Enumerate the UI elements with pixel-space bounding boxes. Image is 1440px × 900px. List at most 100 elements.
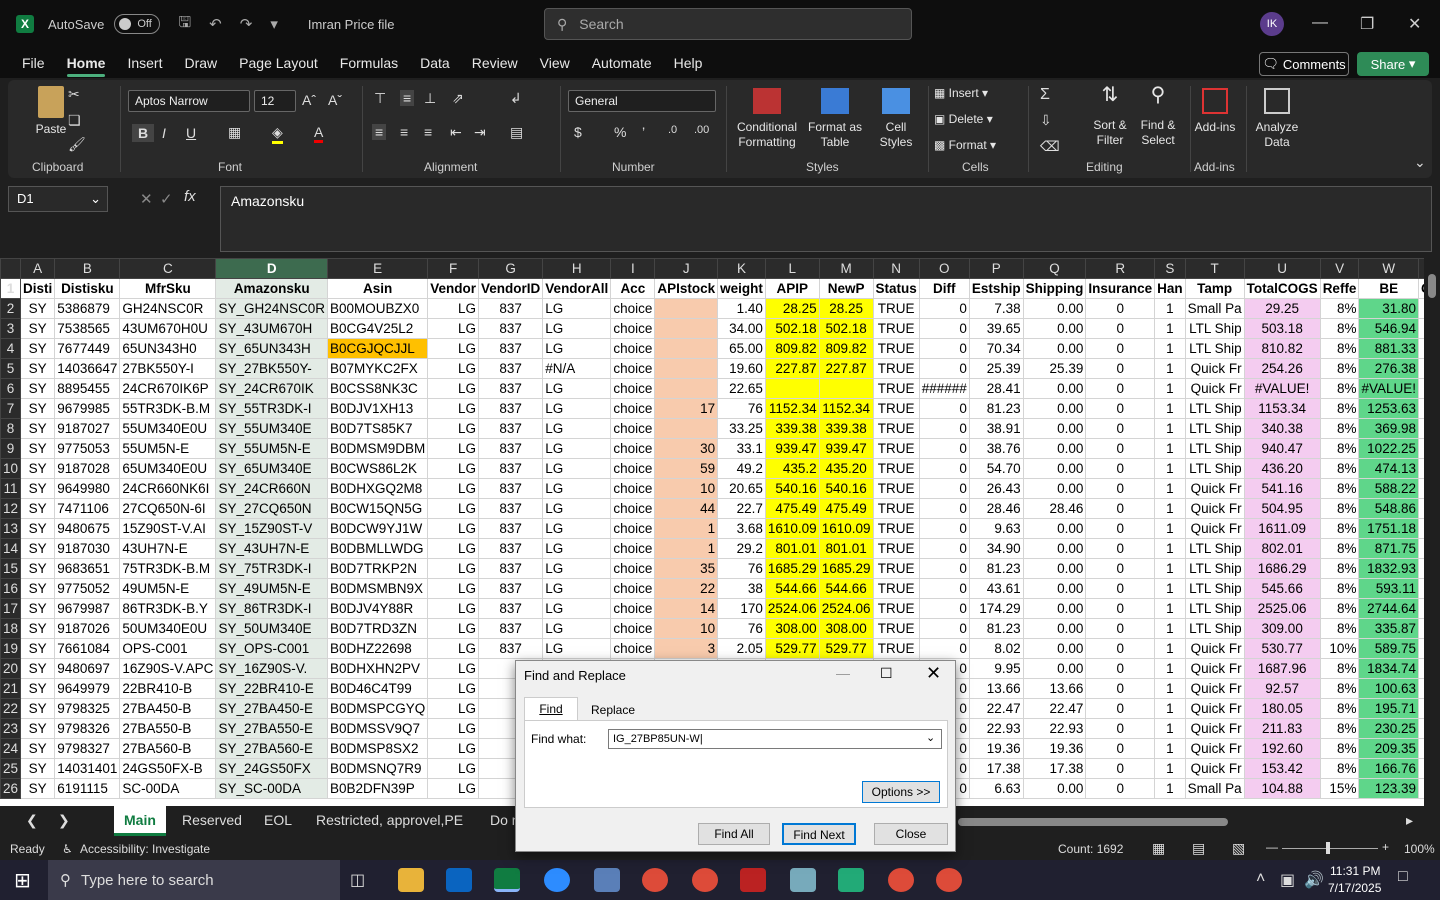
cell[interactable]: 0	[918, 458, 970, 479]
cell[interactable]: 180.05	[1243, 698, 1321, 719]
close-button[interactable]: Close	[874, 823, 948, 845]
chrome-profile-icon[interactable]	[692, 868, 718, 892]
cell[interactable]: 28.25	[818, 298, 874, 319]
cell[interactable]: 22.93	[1022, 718, 1087, 739]
cell[interactable]: 0	[1085, 498, 1156, 519]
autosave-toggle[interactable]: Off	[114, 14, 161, 34]
cell[interactable]: 1152.34	[764, 398, 820, 419]
accounting-format-icon[interactable]: $	[574, 124, 582, 140]
cell[interactable]: 1	[1154, 638, 1186, 659]
cell[interactable]: #VALUE!	[1243, 378, 1321, 399]
restore-icon[interactable]: ❐	[1360, 14, 1374, 34]
cell[interactable]: choice	[610, 318, 656, 339]
cell[interactable]: choice	[610, 498, 656, 519]
cell[interactable]: 0.00	[1022, 378, 1087, 399]
horizontal-scroll-thumb[interactable]	[958, 818, 1228, 826]
cell[interactable]: 809.82	[764, 338, 820, 359]
cell[interactable]: B0D46C4T99	[326, 678, 429, 699]
cell[interactable]: TRUE	[872, 298, 920, 319]
cell[interactable]: LG	[427, 498, 480, 519]
cell[interactable]: 174.29	[968, 598, 1024, 619]
cell[interactable]: choice	[610, 358, 656, 379]
cell[interactable]: 871.75	[1358, 538, 1419, 559]
cell[interactable]: 19.36	[968, 738, 1024, 759]
cell[interactable]: 0.00	[1022, 398, 1087, 419]
cell[interactable]: OPS-C001	[119, 638, 217, 659]
align-center-icon[interactable]: ≡	[400, 124, 408, 140]
cell[interactable]: SY_24CR670IK	[215, 378, 328, 399]
row-header[interactable]: 4	[0, 338, 22, 359]
cell[interactable]: 8%	[1319, 378, 1360, 399]
cell[interactable]: 27BA450-B	[119, 698, 217, 719]
cell[interactable]: SY	[20, 338, 56, 359]
comma-style-icon[interactable]: ’	[642, 124, 645, 140]
cell[interactable]: LG	[427, 698, 480, 719]
cell[interactable]: SY_27BK550Y-	[215, 358, 328, 379]
header-cell[interactable]: VendorID	[478, 278, 544, 299]
cell[interactable]: 211.83	[1243, 718, 1321, 739]
cell[interactable]: choice	[610, 598, 656, 619]
cell[interactable]: 8%	[1319, 518, 1360, 539]
cell[interactable]: 0.00	[1022, 298, 1087, 319]
find-all-button[interactable]: Find All	[698, 823, 770, 845]
cell[interactable]: 29.25	[1243, 298, 1321, 319]
cell[interactable]: 474.13	[1358, 458, 1419, 479]
cell[interactable]: choice	[610, 438, 656, 459]
column-header-d[interactable]: D	[215, 258, 328, 279]
cell[interactable]: 801.01	[764, 538, 820, 559]
cell[interactable]: SY_75TR3DK-I	[215, 558, 328, 579]
cell[interactable]: B0DMSNQ7R9	[326, 758, 429, 779]
cell[interactable]: 837	[478, 318, 544, 339]
cell[interactable]: 1832.93	[1358, 558, 1419, 579]
cell[interactable]: LG	[427, 718, 480, 739]
cell[interactable]: LG	[427, 538, 480, 559]
cell[interactable]: B0D7TRKP2N	[326, 558, 429, 579]
cell[interactable]: LG	[542, 378, 612, 399]
cell[interactable]: TRUE	[872, 338, 920, 359]
cell[interactable]: 7677449	[54, 338, 121, 359]
cell[interactable]: 0	[918, 318, 970, 339]
cell[interactable]: 15Z90ST-V.AI	[119, 518, 217, 539]
cell[interactable]: 81.23	[968, 618, 1024, 639]
tab-review[interactable]: Review	[472, 55, 518, 71]
cell[interactable]: B0DJV1XH13	[326, 398, 429, 419]
cell[interactable]: 9798326	[54, 718, 121, 739]
cell[interactable]: 25.39	[1022, 358, 1087, 379]
cell[interactable]: SY_OPS-C001	[215, 638, 328, 659]
header-cell[interactable]: APIP	[764, 278, 820, 299]
cell[interactable]: SY	[20, 398, 56, 419]
header-cell[interactable]: weight	[717, 278, 766, 299]
cell[interactable]: LTL Ship	[1184, 618, 1245, 639]
cell[interactable]: 9649979	[54, 678, 121, 699]
row-header[interactable]: 18	[0, 618, 22, 639]
cell[interactable]: LG	[542, 498, 612, 519]
cell[interactable]: 1	[654, 518, 719, 539]
cell[interactable]: 100.63	[1358, 678, 1419, 699]
cell[interactable]: 837	[478, 498, 544, 519]
cell[interactable]: 0	[918, 618, 970, 639]
borders-icon[interactable]: ▦	[228, 124, 241, 141]
column-header-u[interactable]: U	[1243, 258, 1321, 279]
cell[interactable]: 0	[1085, 618, 1156, 639]
cell[interactable]: 22.47	[1022, 698, 1087, 719]
copy-icon[interactable]: ❏	[68, 112, 81, 129]
customize-qat-icon[interactable]: ▾	[270, 15, 278, 33]
cell[interactable]: 837	[478, 378, 544, 399]
cell[interactable]: SY_27BA450-E	[215, 698, 328, 719]
header-cell[interactable]: Han	[1154, 278, 1186, 299]
cell[interactable]: 546.94	[1358, 318, 1419, 339]
cell[interactable]: 26.43	[968, 478, 1024, 499]
row-header[interactable]: 17	[0, 598, 22, 619]
row-header[interactable]: 23	[0, 718, 22, 739]
cell[interactable]: 837	[478, 538, 544, 559]
cell[interactable]	[654, 318, 719, 339]
cell[interactable]	[654, 298, 719, 319]
cell[interactable]: 50UM340E0U	[119, 618, 217, 639]
header-cell[interactable]: Reffe	[1319, 278, 1360, 299]
row-header[interactable]: 2	[0, 298, 22, 319]
cell[interactable]: 70.34	[968, 338, 1024, 359]
cell[interactable]: 9.63	[968, 518, 1024, 539]
cell[interactable]: 545.66	[1243, 578, 1321, 599]
cell[interactable]: 8%	[1319, 498, 1360, 519]
cell[interactable]: 837	[478, 598, 544, 619]
